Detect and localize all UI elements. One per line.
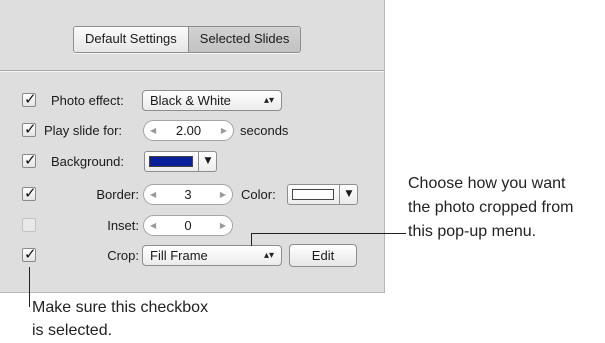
triangle-left-icon[interactable]: ◀ — [150, 121, 156, 140]
checkmark-icon: ✓ — [24, 151, 37, 169]
play-slide-checkbox[interactable]: ✓ — [22, 120, 37, 138]
background-color-well[interactable]: ▼ — [144, 151, 217, 172]
triangle-down-icon[interactable]: ▼ — [198, 152, 217, 171]
play-slide-row: ✓ Play slide for: ◀ 2.00 ▶ seconds — [0, 119, 384, 143]
border-row: ✓ Border: ◀ 3 ▶ Color: ▼ — [0, 183, 384, 207]
photo-effect-popup[interactable]: Black & White ▴▾ — [142, 90, 282, 111]
section-divider — [0, 70, 384, 72]
inset-checkbox[interactable] — [22, 218, 36, 232]
crop-edit-button[interactable]: Edit — [289, 244, 357, 267]
crop-callout-line-1: Choose how you want — [408, 175, 566, 192]
border-checkbox[interactable]: ✓ — [22, 184, 37, 202]
crop-row: ✓ Crop: Fill Frame ▴▾ Edit — [0, 244, 384, 268]
crop-callout-line-3: this pop-up menu. — [408, 223, 537, 240]
checkbox-callout-leader — [29, 267, 30, 307]
triangle-right-icon[interactable]: ▶ — [221, 121, 227, 140]
inset-row: Inset: ◀ 0 ▶ — [0, 214, 384, 238]
background-label: Background: — [51, 154, 124, 169]
slideshow-settings-panel: Default Settings Selected Slides ✓ Photo… — [0, 0, 385, 293]
inset-value: 0 — [184, 218, 192, 233]
photo-effect-value: Black & White — [150, 93, 231, 108]
tab-selected-slides[interactable]: Selected Slides — [187, 27, 301, 52]
inset-stepper[interactable]: ◀ 0 ▶ — [143, 215, 233, 236]
background-color-swatch — [149, 156, 193, 167]
crop-callout-leader-vertical — [251, 233, 252, 246]
border-color-well[interactable]: ▼ — [287, 184, 358, 205]
border-label: Border: — [96, 187, 139, 202]
crop-callout-line-2: the photo cropped from — [408, 199, 574, 216]
photo-effect-row: ✓ Photo effect: Black & White ▴▾ — [0, 89, 384, 113]
crop-callout-leader-horizontal — [251, 233, 406, 234]
updown-arrows-icon: ▴▾ — [263, 95, 274, 106]
play-slide-duration-stepper[interactable]: ◀ 2.00 ▶ — [143, 120, 234, 141]
checkmark-icon: ✓ — [24, 184, 37, 202]
checkmark-icon: ✓ — [24, 245, 37, 263]
triangle-down-icon[interactable]: ▼ — [339, 185, 358, 204]
crop-popup[interactable]: Fill Frame ▴▾ — [142, 245, 282, 266]
photo-effect-label: Photo effect: — [51, 93, 124, 108]
photo-effect-checkbox[interactable]: ✓ — [22, 90, 37, 108]
crop-value: Fill Frame — [150, 248, 208, 263]
border-width-stepper[interactable]: ◀ 3 ▶ — [143, 184, 233, 205]
triangle-left-icon[interactable]: ◀ — [150, 216, 156, 235]
crop-checkbox[interactable]: ✓ — [22, 245, 37, 263]
tab-default-settings[interactable]: Default Settings — [74, 27, 188, 52]
settings-scope-segmented-control: Default Settings Selected Slides — [73, 26, 302, 53]
checkmark-icon: ✓ — [24, 120, 37, 138]
checkmark-icon: ✓ — [24, 90, 37, 108]
border-color-swatch — [292, 189, 334, 200]
play-slide-duration-value: 2.00 — [175, 123, 202, 138]
border-width-value: 3 — [184, 187, 192, 202]
background-checkbox[interactable]: ✓ — [22, 151, 37, 169]
play-slide-label: Play slide for: — [44, 123, 123, 138]
seconds-unit-label: seconds — [240, 123, 289, 138]
checkbox-callout-line-1: Make sure this checkbox — [32, 299, 209, 316]
inset-label: Inset: — [107, 218, 139, 233]
updown-arrows-icon: ▴▾ — [263, 250, 274, 261]
triangle-right-icon[interactable]: ▶ — [220, 216, 226, 235]
border-color-label: Color: — [241, 187, 276, 202]
checkbox-callout-line-2: is selected. — [32, 322, 113, 339]
triangle-left-icon[interactable]: ◀ — [150, 185, 156, 204]
triangle-right-icon[interactable]: ▶ — [220, 185, 226, 204]
crop-label: Crop: — [107, 248, 139, 263]
background-row: ✓ Background: ▼ — [0, 150, 384, 174]
